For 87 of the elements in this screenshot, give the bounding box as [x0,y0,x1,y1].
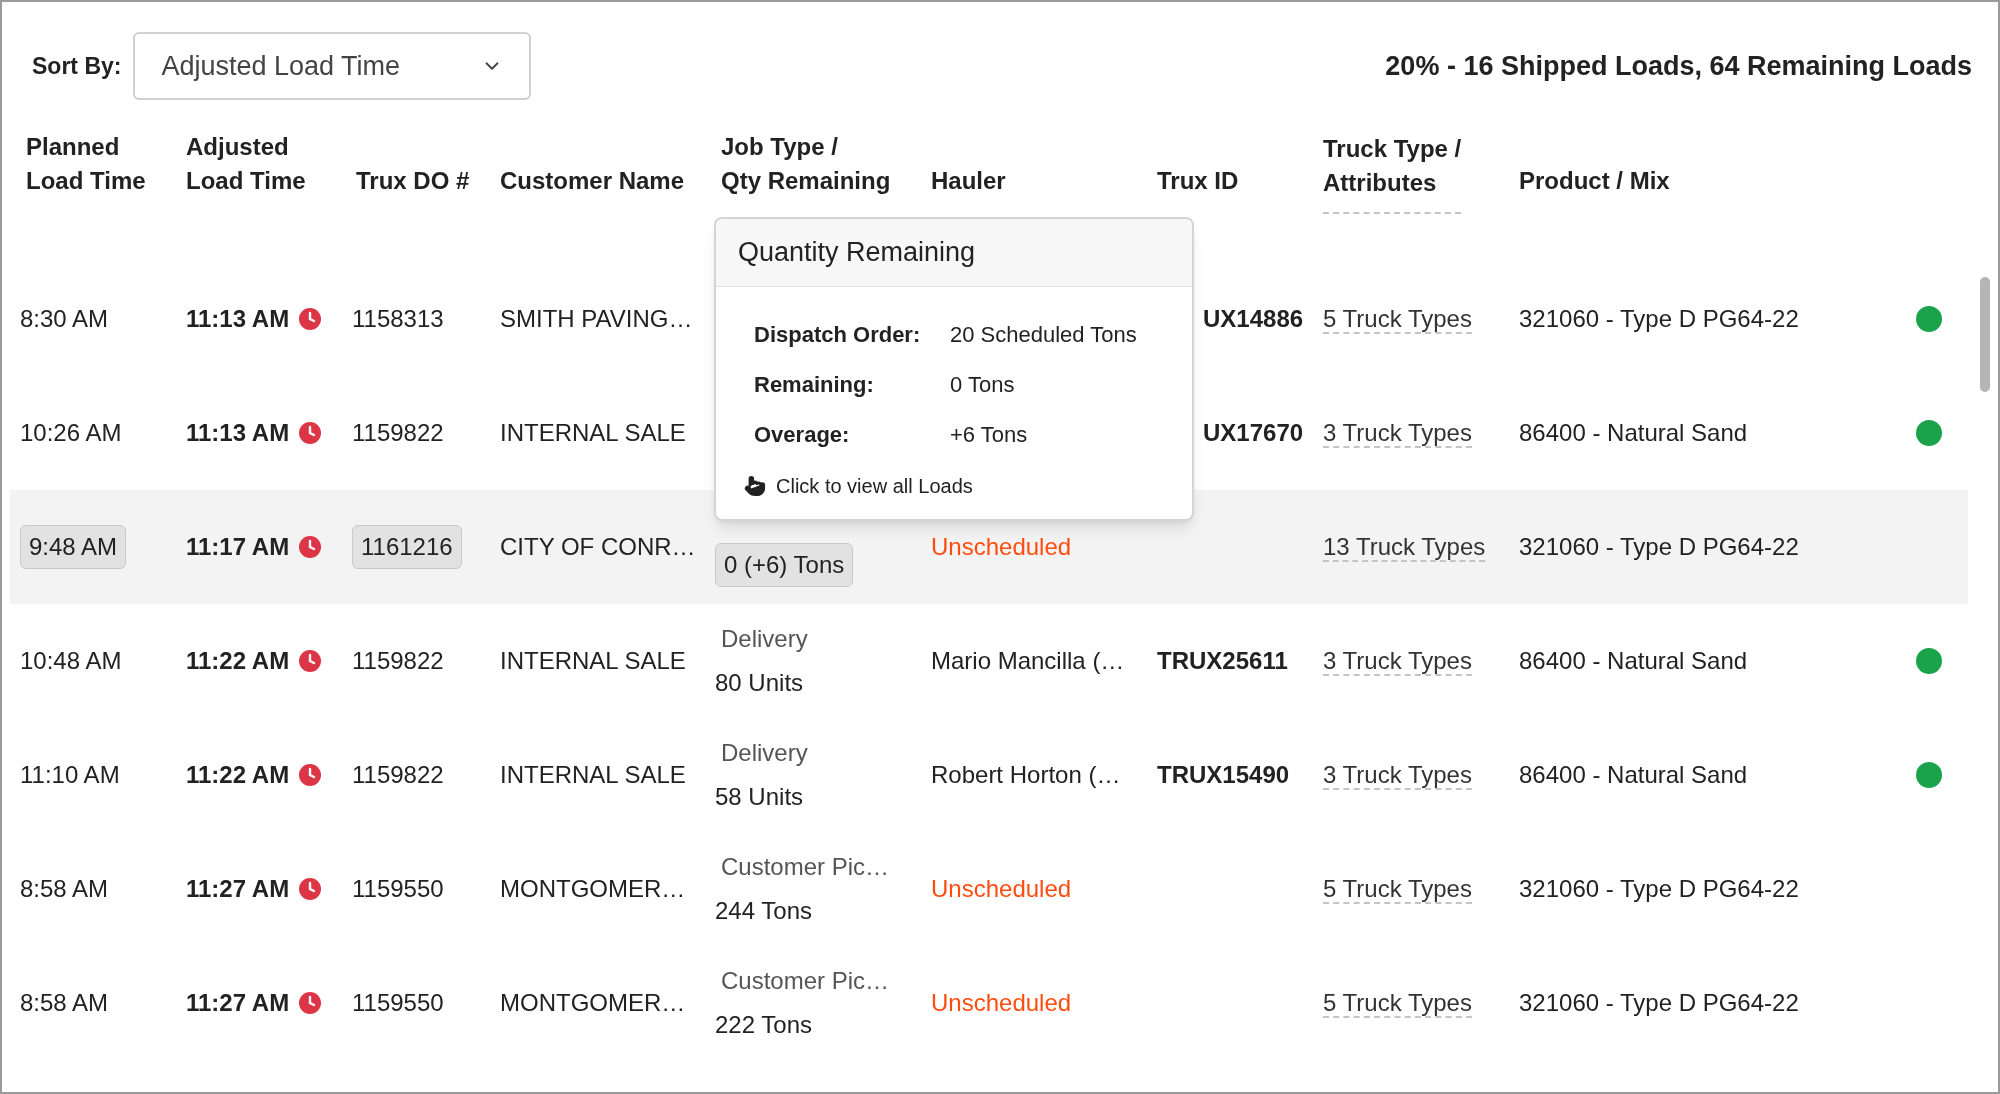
do-number: 1159550 [352,874,444,904]
do-number: 1159822 [352,646,444,676]
clock-icon [299,764,322,786]
truck-types-link[interactable]: 3 Truck Types [1323,761,1472,790]
column-header: Hauler [931,166,1006,196]
adjusted-time: 11:13 AM [186,304,290,334]
hauler-name: Mario Mancilla (… [931,647,1125,674]
sort-dropdown[interactable]: Adjusted Load Time [133,32,532,100]
product-mix: 321060 - Type D PG64-22 [1519,989,1799,1016]
adjusted-time: 11:27 AM [186,988,290,1018]
job-type: Delivery [721,624,809,654]
clock-icon [299,422,322,444]
popover-title: Quantity Remaining [738,236,976,270]
column-header: Planned Load Time [26,132,146,196]
column-header: Truck Type / Attributes [1323,132,1462,214]
popover-label: Overage: [754,420,851,449]
truck-types-link[interactable]: 5 Truck Types [1323,875,1472,904]
clock-icon [299,650,322,672]
truck-types-link[interactable]: 5 Truck Types [1323,305,1472,334]
qty-remaining: 0 (+6) Tons [715,543,854,587]
popover-label: Remaining: [754,370,875,399]
popover-label: Dispatch Order: [754,320,922,349]
column-header: Product / Mix [1519,166,1670,196]
sort-label: Sort By: [32,51,122,81]
planned-time: 9:48 AM [20,525,127,569]
hauler-status: Unscheduled [931,533,1072,560]
popover-value: 0 Tons [950,370,1016,399]
clock-icon [299,992,322,1014]
qty-remaining: 222 Tons [715,1010,812,1040]
clock-icon [299,878,322,900]
product-mix: 321060 - Type D PG64-22 [1519,305,1799,332]
customer-name: INTERNAL SALE [500,647,686,674]
planned-time: 8:58 AM [20,874,109,904]
qty-remaining: 244 Tons [715,896,812,926]
clock-icon [299,536,322,558]
customer-name: SMITH PAVING… [500,305,693,332]
truck-types-link[interactable]: 3 Truck Types [1323,647,1472,676]
trux-id: TRUX25611 [1157,647,1288,674]
popover-value: +6 Tons [950,420,1029,449]
planned-time: 11:10 AM [20,760,120,790]
adjusted-time: 11:22 AM [186,646,290,676]
truck-types-link[interactable]: 3 Truck Types [1323,419,1472,448]
hauler-status: Unscheduled [931,989,1072,1016]
product-mix: 321060 - Type D PG64-22 [1519,875,1799,902]
product-mix: 86400 - Natural Sand [1519,761,1748,788]
do-number: 1159550 [352,988,444,1018]
planned-time: 8:58 AM [20,988,109,1018]
column-header: Job Type / Qty Remaining [721,132,891,196]
job-type: Customer Pic… [721,852,891,882]
planned-time: 8:30 AM [20,304,109,334]
trux-id: UX14886 [1203,305,1304,332]
trux-id: UX17670 [1203,419,1304,446]
column-header: Adjusted Load Time [186,132,306,196]
trux-id: TRUX15490 [1157,761,1290,788]
load-summary: 20% - 16 Shipped Loads, 64 Remaining Loads [1385,49,1972,83]
column-header: Trux ID [1157,166,1239,196]
hauler-name: Robert Horton (… [931,761,1121,788]
customer-name: INTERNAL SALE [500,761,686,788]
planned-time: 10:26 AM [20,418,122,448]
clock-icon [299,308,322,330]
popover-value: 20 Scheduled Tons [950,320,1138,349]
adjusted-time: 11:17 AM [186,532,290,562]
column-header: Trux DO # [356,166,470,196]
truck-types-link[interactable]: 5 Truck Types [1323,989,1472,1018]
product-mix: 86400 - Natural Sand [1519,419,1748,446]
adjusted-time: 11:13 AM [186,418,290,448]
customer-name: INTERNAL SALE [500,419,686,446]
customer-name: CITY OF CONR… [500,533,696,560]
qty-remaining: 58 Units [715,782,804,812]
adjusted-time: 11:27 AM [186,874,290,904]
hauler-status: Unscheduled [931,875,1072,902]
truck-types-link[interactable]: 13 Truck Types [1323,533,1486,562]
customer-name: MONTGOMER… [500,875,686,902]
product-mix: 86400 - Natural Sand [1519,647,1748,674]
job-type: Customer Pic… [721,966,891,996]
do-number: 1159822 [352,760,444,790]
hand-pointer-icon [744,475,766,497]
do-number: 1158313 [352,304,444,334]
column-header: Customer Name [500,166,685,196]
customer-name: MONTGOMER… [500,989,686,1016]
product-mix: 321060 - Type D PG64-22 [1519,533,1799,560]
do-number: 1159822 [352,418,444,448]
planned-time: 10:48 AM [20,646,122,676]
do-number: 1161216 [352,525,462,569]
job-type: Delivery [721,738,809,768]
qty-remaining: 80 Units [715,668,804,698]
adjusted-time: 11:22 AM [186,760,290,790]
